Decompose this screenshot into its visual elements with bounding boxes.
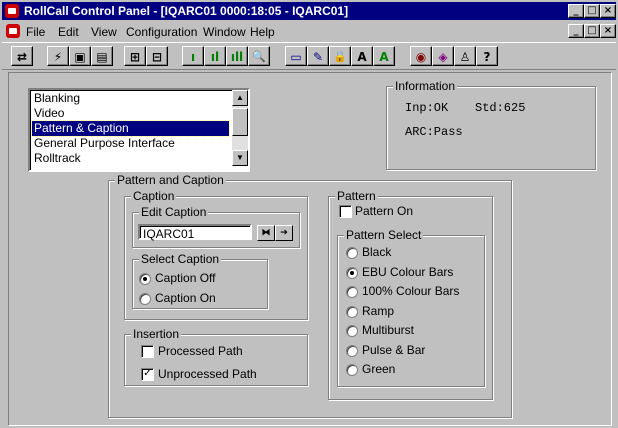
caption-group: Caption Edit Caption IQARC01 ⧓ ➔ Select … — [124, 189, 308, 320]
scroll-thumb[interactable] — [232, 108, 248, 136]
pattern-group: Pattern Pattern On Pattern Select Black … — [328, 189, 493, 400]
menu-edit[interactable]: Edit — [58, 25, 79, 39]
pattern-100-bars-radio[interactable] — [346, 286, 358, 298]
caption-on-label[interactable]: Caption On — [155, 291, 216, 305]
pattern-black-radio[interactable] — [346, 247, 358, 259]
lock-icon[interactable]: 🔒 — [329, 46, 351, 66]
pattern-select-group: Pattern Select Black EBU Colour Bars 100… — [337, 228, 485, 387]
select-caption-group: Select Caption Caption Off Caption On — [132, 252, 268, 309]
pattern-on-label[interactable]: Pattern On — [355, 204, 413, 218]
edit-doc-icon[interactable]: ✎ — [307, 46, 329, 66]
list-scrollbar[interactable]: ▲ ▼ — [232, 90, 248, 166]
processed-path-checkbox[interactable] — [141, 345, 154, 358]
pattern-green-label[interactable]: Green — [362, 362, 395, 376]
insert-field-icon[interactable]: ⧓ — [257, 225, 275, 241]
information-group: Information Inp:OK Std:625 ARC:Pass — [386, 79, 596, 170]
arc-status: ARC:Pass — [405, 125, 463, 139]
mdi-restore-button[interactable]: □ — [584, 24, 600, 38]
save-all-icon[interactable]: ▤ — [91, 46, 113, 66]
window-title: RollCall Control Panel - [IQARC01 0000:1… — [24, 4, 349, 18]
edit-caption-title: Edit Caption — [139, 205, 209, 219]
pattern-100-bars-label[interactable]: 100% Colour Bars — [362, 284, 459, 298]
pattern-ebu-bars-label[interactable]: EBU Colour Bars — [362, 265, 453, 279]
user-icon[interactable]: ♙ — [454, 46, 476, 66]
connect-icon[interactable]: ⇄ — [11, 46, 33, 66]
pattern-select-title: Pattern Select — [344, 228, 424, 242]
bar-medium-icon[interactable]: ıl — [204, 46, 226, 66]
caption-on-radio[interactable] — [139, 293, 151, 305]
close-button[interactable]: × — [600, 4, 616, 18]
list-item-selected[interactable]: Pattern & Caption — [31, 120, 230, 137]
pattern-black-label[interactable]: Black — [362, 245, 391, 259]
pattern-multiburst-label[interactable]: Multiburst — [362, 323, 414, 337]
book-icon[interactable]: ▭ — [285, 46, 307, 66]
mdi-minimize-button[interactable]: _ — [568, 24, 584, 38]
list-item[interactable]: Rolltrack — [32, 151, 229, 166]
node-icon[interactable]: ⊟ — [146, 46, 168, 66]
standard-status: Std:625 — [475, 101, 526, 115]
menu-help[interactable]: Help — [250, 25, 275, 39]
caption-off-radio[interactable] — [139, 273, 151, 285]
menu-file[interactable]: File — [26, 25, 45, 39]
pattern-and-caption-title: Pattern and Caption — [115, 173, 226, 187]
pattern-title: Pattern — [335, 189, 378, 203]
menu-configuration[interactable]: Configuration — [126, 25, 197, 39]
pattern-ramp-radio[interactable] — [346, 306, 358, 318]
unprocessed-path-checkbox[interactable]: ✓ — [141, 368, 154, 381]
unprocessed-path-label[interactable]: Unprocessed Path — [158, 367, 257, 381]
pattern-green-radio[interactable] — [346, 364, 358, 376]
page-list[interactable]: Blanking Video Pattern & Caption General… — [28, 88, 250, 172]
log-icon[interactable]: ◈ — [432, 46, 454, 66]
flash-icon[interactable]: ⚡ — [47, 46, 69, 66]
list-item[interactable]: Video — [32, 106, 229, 121]
minimize-button[interactable]: _ — [568, 4, 584, 18]
menu-bar: File Edit View Configuration Window Help… — [2, 22, 616, 40]
pattern-and-caption-group: Pattern and Caption Caption Edit Caption… — [108, 173, 512, 418]
app-icon[interactable] — [5, 4, 19, 18]
insertion-group: Insertion Processed Path ✓ Unprocessed P… — [124, 327, 308, 386]
search-icon[interactable]: 🔍 — [248, 46, 270, 66]
caption-off-label[interactable]: Caption Off — [155, 271, 215, 285]
insertion-title: Insertion — [131, 327, 182, 341]
select-caption-title: Select Caption — [139, 252, 222, 266]
main-window: RollCall Control Panel - [IQARC01 0000:1… — [0, 0, 618, 428]
menu-view[interactable]: View — [91, 25, 117, 39]
title-bar[interactable]: RollCall Control Panel - [IQARC01 0000:1… — [2, 2, 616, 20]
caption-input[interactable]: IQARC01 — [138, 224, 252, 241]
save-icon[interactable]: ▣ — [69, 46, 91, 66]
pattern-multiburst-radio[interactable] — [346, 325, 358, 337]
list-item[interactable]: Blanking — [32, 91, 229, 106]
processed-path-label[interactable]: Processed Path — [158, 344, 243, 358]
input-status: Inp:OK — [405, 101, 449, 115]
scroll-up-icon[interactable]: ▲ — [232, 90, 248, 106]
help-icon[interactable]: ? — [476, 46, 498, 66]
font-green-icon[interactable]: A — [373, 46, 395, 66]
monitor-icon[interactable]: ◉ — [410, 46, 432, 66]
mdi-close-button[interactable]: × — [600, 24, 616, 38]
list-item[interactable]: General Purpose Interface — [32, 136, 229, 151]
pattern-ebu-bars-radio[interactable] — [346, 267, 358, 279]
font-black-icon[interactable]: A — [351, 46, 373, 66]
maximize-button[interactable]: □ — [584, 4, 600, 18]
pattern-on-checkbox[interactable] — [339, 205, 352, 218]
information-title: Information — [393, 79, 458, 93]
pattern-ramp-label[interactable]: Ramp — [362, 304, 394, 318]
network-icon[interactable]: ⊞ — [124, 46, 146, 66]
bar-large-icon[interactable]: ıll — [226, 46, 248, 66]
document-icon[interactable] — [6, 24, 20, 38]
caption-title: Caption — [131, 189, 177, 203]
bar-small-icon[interactable]: ı — [182, 46, 204, 66]
scroll-down-icon[interactable]: ▼ — [232, 150, 248, 166]
edit-caption-group: Edit Caption IQARC01 ⧓ ➔ — [132, 205, 300, 248]
apply-arrow-icon[interactable]: ➔ — [275, 225, 293, 241]
menu-window[interactable]: Window — [203, 25, 246, 39]
pattern-pulse-bar-label[interactable]: Pulse & Bar — [362, 343, 425, 357]
pattern-pulse-bar-radio[interactable] — [346, 345, 358, 357]
toolbar: ⇄ ⚡ ▣ ▤ ⊞ ⊟ ı ıl ıll 🔍 ▭ ✎ 🔒 A A ◉ ◈ ♙ ? — [2, 42, 616, 70]
